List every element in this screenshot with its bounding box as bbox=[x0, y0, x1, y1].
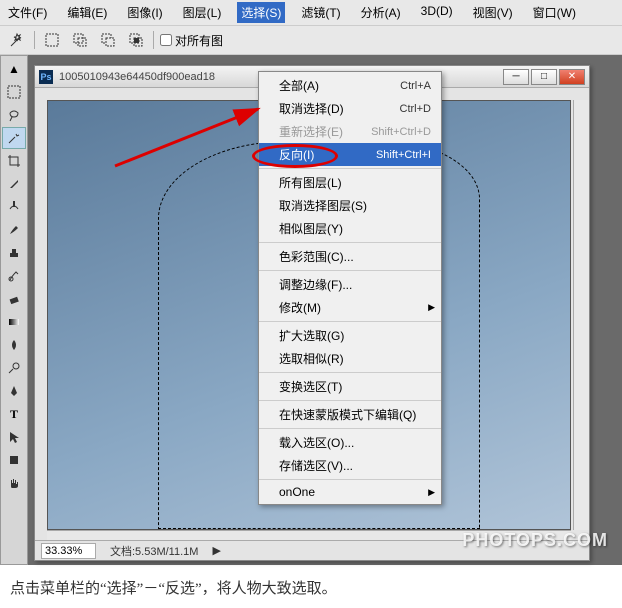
workspace: ▲ T Ps 1005010943e64450df900ead18 ─ □ ✕ bbox=[0, 55, 622, 565]
eraser-tool-icon[interactable] bbox=[2, 288, 26, 310]
menu-filter[interactable]: 滤镜(T) bbox=[297, 2, 344, 23]
menu-item-transform-selection[interactable]: 变换选区(T) bbox=[259, 375, 441, 398]
menu-item-onone[interactable]: onOne▶ bbox=[259, 482, 441, 502]
select-menu-dropdown: 全部(A)Ctrl+A 取消选择(D)Ctrl+D 重新选择(E)Shift+C… bbox=[258, 71, 442, 505]
menu-item-save-selection[interactable]: 存储选区(V)... bbox=[259, 454, 441, 477]
path-select-tool-icon[interactable] bbox=[2, 426, 26, 448]
menu-item-select-all[interactable]: 全部(A)Ctrl+A bbox=[259, 74, 441, 97]
menu-item-refine-edge[interactable]: 调整边缘(F)... bbox=[259, 273, 441, 296]
menu-item-similar-layers[interactable]: 相似图层(Y) bbox=[259, 217, 441, 240]
menu-item-deselect-layers[interactable]: 取消选择图层(S) bbox=[259, 194, 441, 217]
blur-tool-icon[interactable] bbox=[2, 334, 26, 356]
shape-tool-icon[interactable] bbox=[2, 449, 26, 471]
zoom-input[interactable] bbox=[41, 543, 96, 559]
lasso-tool-icon[interactable] bbox=[2, 104, 26, 126]
menu-bar: 文件(F) 编辑(E) 图像(I) 图层(L) 选择(S) 滤镜(T) 分析(A… bbox=[0, 0, 622, 26]
menu-view[interactable]: 视图(V) bbox=[469, 2, 517, 23]
stamp-tool-icon[interactable] bbox=[2, 242, 26, 264]
selection-new-icon[interactable] bbox=[41, 29, 63, 51]
selection-subtract-icon[interactable] bbox=[97, 29, 119, 51]
menu-window[interactable]: 窗口(W) bbox=[529, 2, 580, 23]
menu-item-modify[interactable]: 修改(M)▶ bbox=[259, 296, 441, 319]
menu-image[interactable]: 图像(I) bbox=[123, 2, 166, 23]
eyedropper-tool-icon[interactable] bbox=[2, 173, 26, 195]
options-bar: 对所有图 bbox=[0, 26, 622, 55]
vertical-scrollbar[interactable] bbox=[573, 100, 589, 530]
gradient-tool-icon[interactable] bbox=[2, 311, 26, 333]
pen-tool-icon[interactable] bbox=[2, 380, 26, 402]
sample-all-layers-label: 对所有图 bbox=[175, 32, 223, 49]
hand-tool-icon[interactable] bbox=[2, 472, 26, 494]
menu-layer[interactable]: 图层(L) bbox=[179, 2, 226, 23]
watermark: PHOTOPS.COM bbox=[462, 530, 608, 551]
sample-all-layers-checkbox[interactable]: 对所有图 bbox=[160, 32, 223, 49]
menu-item-grow[interactable]: 扩大选取(G) bbox=[259, 324, 441, 347]
brush-tool-icon[interactable] bbox=[2, 219, 26, 241]
magic-wand-tool-icon[interactable] bbox=[2, 127, 26, 149]
menu-item-similar[interactable]: 选取相似(R) bbox=[259, 347, 441, 370]
menu-item-inverse[interactable]: 反向(I)Shift+Ctrl+I bbox=[259, 143, 441, 166]
move-tool-icon[interactable]: ▲ bbox=[2, 58, 26, 80]
type-tool-icon[interactable]: T bbox=[2, 403, 26, 425]
menu-item-load-selection[interactable]: 载入选区(O)... bbox=[259, 431, 441, 454]
marquee-tool-icon[interactable] bbox=[2, 81, 26, 103]
ps-icon: Ps bbox=[39, 70, 53, 84]
sample-all-layers-input[interactable] bbox=[160, 34, 172, 46]
magic-wand-icon[interactable] bbox=[6, 29, 28, 51]
healing-tool-icon[interactable] bbox=[2, 196, 26, 218]
menu-item-all-layers[interactable]: 所有图层(L) bbox=[259, 171, 441, 194]
menu-item-reselect: 重新选择(E)Shift+Ctrl+D bbox=[259, 120, 441, 143]
menu-analysis[interactable]: 分析(A) bbox=[357, 2, 405, 23]
history-brush-tool-icon[interactable] bbox=[2, 265, 26, 287]
selection-add-icon[interactable] bbox=[69, 29, 91, 51]
menu-item-deselect[interactable]: 取消选择(D)Ctrl+D bbox=[259, 97, 441, 120]
submenu-arrow-icon: ▶ bbox=[428, 302, 435, 313]
crop-tool-icon[interactable] bbox=[2, 150, 26, 172]
status-arrow-icon[interactable]: ▶ bbox=[212, 544, 220, 557]
tool-panel: ▲ T bbox=[0, 55, 28, 565]
maximize-button[interactable]: □ bbox=[531, 69, 557, 85]
dodge-tool-icon[interactable] bbox=[2, 357, 26, 379]
menu-3d[interactable]: 3D(D) bbox=[417, 2, 457, 23]
selection-intersect-icon[interactable] bbox=[125, 29, 147, 51]
menu-item-quick-mask[interactable]: 在快速蒙版模式下编辑(Q) bbox=[259, 403, 441, 426]
submenu-arrow-icon: ▶ bbox=[428, 487, 435, 498]
menu-file[interactable]: 文件(F) bbox=[4, 2, 51, 23]
menu-item-color-range[interactable]: 色彩范围(C)... bbox=[259, 245, 441, 268]
caption-text: 点击菜单栏的“选择”－“反选”，将人物大致选取。 bbox=[0, 565, 622, 606]
doc-size-label: 文档:5.53M/11.1M bbox=[110, 543, 198, 559]
minimize-button[interactable]: ─ bbox=[503, 69, 529, 85]
menu-edit[interactable]: 编辑(E) bbox=[63, 2, 111, 23]
menu-select[interactable]: 选择(S) bbox=[237, 2, 285, 23]
close-button[interactable]: ✕ bbox=[559, 69, 585, 85]
